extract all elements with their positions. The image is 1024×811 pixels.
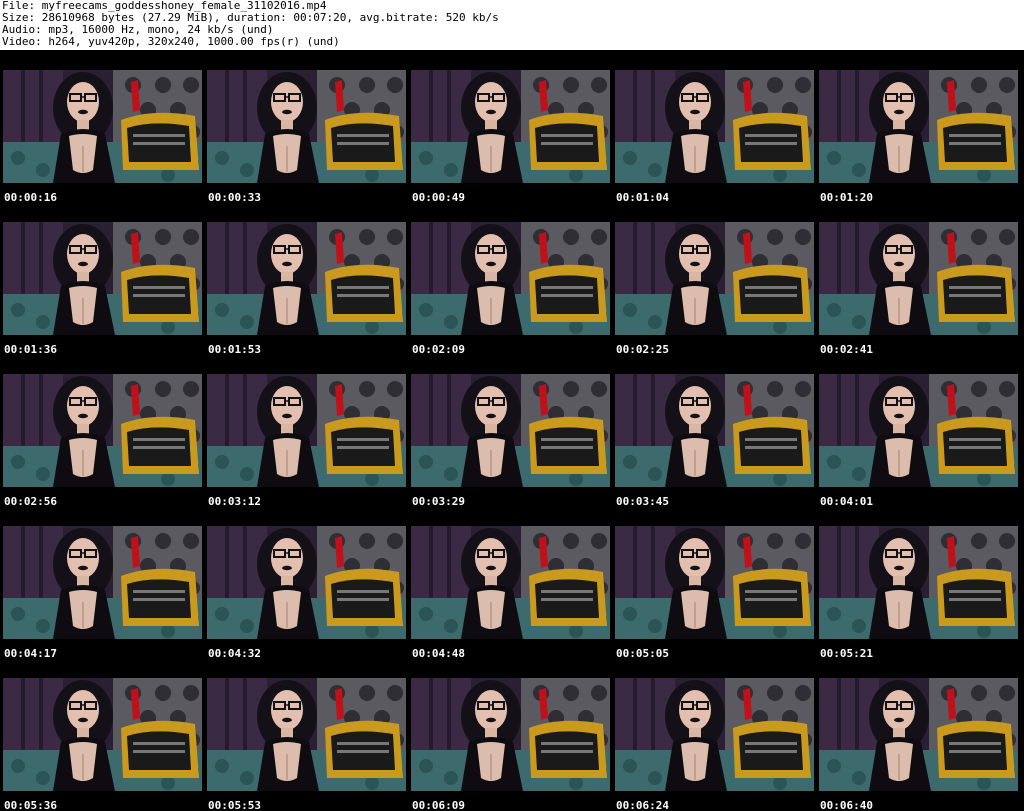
thumbnail-grid-area: 00:00:16 00:00:33 00:00:49 00:01:04 00:0… bbox=[0, 50, 1024, 811]
video-frame-thumbnail bbox=[411, 222, 610, 335]
video-frame-thumbnail bbox=[615, 526, 814, 639]
video-frame-thumbnail bbox=[615, 678, 814, 791]
thumbnail-cell: 00:01:53 bbox=[207, 222, 406, 370]
thumbnail-cell: 00:00:33 bbox=[207, 70, 406, 218]
thumbnail-cell: 00:02:41 bbox=[819, 222, 1018, 370]
video-info-line: Video: h264, yuv420p, 320x240, 1000.00 f… bbox=[2, 36, 340, 48]
video-frame-thumbnail bbox=[207, 678, 406, 791]
frame-timestamp: 00:05:36 bbox=[4, 799, 57, 811]
frame-timestamp: 00:06:40 bbox=[820, 799, 873, 811]
file-size-line: Size: 28610968 bytes (27.29 MiB), durati… bbox=[2, 12, 499, 24]
frame-timestamp: 00:02:56 bbox=[4, 495, 57, 508]
video-frame-thumbnail bbox=[411, 526, 610, 639]
thumbnail-cell: 00:06:40 bbox=[819, 678, 1018, 811]
frame-timestamp: 00:05:53 bbox=[208, 799, 261, 811]
video-frame-thumbnail bbox=[411, 374, 610, 487]
audio-info-line: Audio: mp3, 16000 Hz, mono, 24 kb/s (und… bbox=[2, 24, 274, 36]
frame-timestamp: 00:00:49 bbox=[412, 191, 465, 204]
thumbnail-cell: 00:06:24 bbox=[615, 678, 814, 811]
video-frame-thumbnail bbox=[819, 374, 1018, 487]
thumbnail-cell: 00:05:53 bbox=[207, 678, 406, 811]
thumbnail-cell: 00:06:09 bbox=[411, 678, 610, 811]
thumbnail-grid: 00:00:16 00:00:33 00:00:49 00:01:04 00:0… bbox=[3, 70, 1019, 811]
video-frame-thumbnail bbox=[207, 222, 406, 335]
video-frame-thumbnail bbox=[411, 70, 610, 183]
frame-timestamp: 00:01:36 bbox=[4, 343, 57, 356]
frame-timestamp: 00:03:29 bbox=[412, 495, 465, 508]
frame-timestamp: 00:01:04 bbox=[616, 191, 669, 204]
thumbnail-cell: 00:00:16 bbox=[3, 70, 202, 218]
thumbnail-cell: 00:04:48 bbox=[411, 526, 610, 674]
frame-timestamp: 00:04:17 bbox=[4, 647, 57, 660]
frame-timestamp: 00:01:20 bbox=[820, 191, 873, 204]
thumbnail-cell: 00:02:09 bbox=[411, 222, 610, 370]
video-frame-thumbnail bbox=[615, 374, 814, 487]
video-frame-thumbnail bbox=[819, 678, 1018, 791]
frame-timestamp: 00:04:32 bbox=[208, 647, 261, 660]
video-frame-thumbnail bbox=[207, 70, 406, 183]
thumbnail-cell: 00:02:56 bbox=[3, 374, 202, 522]
video-frame-thumbnail bbox=[819, 222, 1018, 335]
thumbnail-cell: 00:00:49 bbox=[411, 70, 610, 218]
video-frame-thumbnail bbox=[615, 70, 814, 183]
frame-timestamp: 00:03:45 bbox=[616, 495, 669, 508]
file-info-header: File: myfreecams_goddesshoney_female_311… bbox=[2, 0, 1022, 49]
thumbnail-cell: 00:01:04 bbox=[615, 70, 814, 218]
frame-timestamp: 00:02:41 bbox=[820, 343, 873, 356]
thumbnail-cell: 00:02:25 bbox=[615, 222, 814, 370]
video-frame-thumbnail bbox=[3, 70, 202, 183]
thumbnail-cell: 00:05:36 bbox=[3, 678, 202, 811]
frame-timestamp: 00:00:33 bbox=[208, 191, 261, 204]
contact-sheet: File: myfreecams_goddesshoney_female_311… bbox=[0, 0, 1024, 811]
video-frame-thumbnail bbox=[207, 526, 406, 639]
video-frame-thumbnail bbox=[3, 374, 202, 487]
video-frame-thumbnail bbox=[3, 222, 202, 335]
frame-timestamp: 00:05:21 bbox=[820, 647, 873, 660]
video-frame-thumbnail bbox=[3, 526, 202, 639]
thumbnail-cell: 00:03:45 bbox=[615, 374, 814, 522]
frame-timestamp: 00:00:16 bbox=[4, 191, 57, 204]
thumbnail-cell: 00:03:29 bbox=[411, 374, 610, 522]
thumbnail-cell: 00:01:20 bbox=[819, 70, 1018, 218]
video-frame-thumbnail bbox=[207, 374, 406, 487]
frame-timestamp: 00:04:48 bbox=[412, 647, 465, 660]
thumbnail-cell: 00:04:17 bbox=[3, 526, 202, 674]
frame-timestamp: 00:06:24 bbox=[616, 799, 669, 811]
thumbnail-cell: 00:03:12 bbox=[207, 374, 406, 522]
thumbnail-cell: 00:05:21 bbox=[819, 526, 1018, 674]
frame-timestamp: 00:03:12 bbox=[208, 495, 261, 508]
frame-timestamp: 00:05:05 bbox=[616, 647, 669, 660]
video-frame-thumbnail bbox=[615, 222, 814, 335]
frame-timestamp: 00:01:53 bbox=[208, 343, 261, 356]
thumbnail-cell: 00:05:05 bbox=[615, 526, 814, 674]
video-frame-thumbnail bbox=[411, 678, 610, 791]
frame-timestamp: 00:02:25 bbox=[616, 343, 669, 356]
video-frame-thumbnail bbox=[3, 678, 202, 791]
thumbnail-cell: 00:04:01 bbox=[819, 374, 1018, 522]
frame-timestamp: 00:04:01 bbox=[820, 495, 873, 508]
video-frame-thumbnail bbox=[819, 70, 1018, 183]
frame-timestamp: 00:06:09 bbox=[412, 799, 465, 811]
frame-timestamp: 00:02:09 bbox=[412, 343, 465, 356]
file-name-line: File: myfreecams_goddesshoney_female_311… bbox=[2, 0, 327, 12]
thumbnail-cell: 00:04:32 bbox=[207, 526, 406, 674]
thumbnail-cell: 00:01:36 bbox=[3, 222, 202, 370]
video-frame-thumbnail bbox=[819, 526, 1018, 639]
